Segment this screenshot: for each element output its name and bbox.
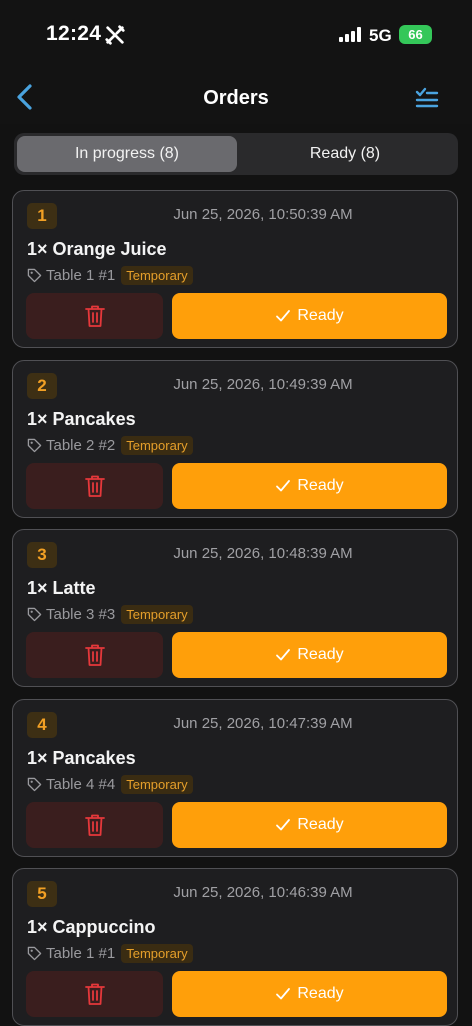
delete-button[interactable] (26, 632, 163, 678)
checkmark-icon (276, 480, 291, 492)
order-timestamp: Jun 25, 2026, 10:46:39 AM (173, 884, 353, 901)
table-label: Table 3 #3 (46, 605, 116, 623)
order-timestamp: Jun 25, 2026, 10:49:39 AM (173, 376, 353, 393)
battery-level: 66 (408, 27, 423, 42)
order-card: 5 Jun 25, 2026, 10:46:39 AM 1× Cappuccin… (12, 868, 458, 1026)
temporary-badge: Temporary (121, 265, 193, 285)
ready-label: Ready (297, 307, 344, 324)
table-info: Table 1 #1 Temporary (27, 264, 193, 286)
order-timestamp: Jun 25, 2026, 10:48:39 AM (173, 545, 353, 562)
order-card: 3 Jun 25, 2026, 10:48:39 AM 1× Latte Tab… (12, 529, 458, 687)
ready-label: Ready (297, 646, 344, 663)
table-label: Table 4 #4 (46, 775, 116, 793)
temporary-badge: Temporary (121, 435, 193, 455)
order-card: 1 Jun 25, 2026, 10:50:39 AM 1× Orange Ju… (12, 190, 458, 348)
network-type: 5G (369, 26, 392, 45)
delete-button[interactable] (26, 802, 163, 848)
status-segmented-control: In progress (8) Ready (8) (14, 133, 458, 175)
delete-button[interactable] (26, 463, 163, 509)
page-title: Orders (203, 87, 269, 109)
trash-icon (84, 814, 105, 836)
ready-label: Ready (297, 985, 344, 1002)
ready-button[interactable]: Ready (172, 463, 447, 509)
order-timestamp: Jun 25, 2026, 10:50:39 AM (173, 206, 353, 223)
trash-icon (84, 644, 105, 666)
temporary-badge: Temporary (121, 774, 193, 794)
table-label: Table 2 #2 (46, 436, 116, 454)
order-card: 4 Jun 25, 2026, 10:47:39 AM 1× Pancakes … (12, 699, 458, 857)
trash-icon (84, 983, 105, 1005)
table-label: Table 1 #1 (46, 266, 116, 284)
table-info: Table 1 #1 Temporary (27, 942, 193, 964)
checkmark-icon (276, 649, 291, 661)
temporary-badge: Temporary (121, 943, 193, 963)
tag-icon (27, 607, 42, 621)
checkmark-icon (276, 988, 291, 1000)
ready-label: Ready (297, 477, 344, 494)
order-item: 1× Latte (27, 578, 96, 598)
ready-button[interactable]: Ready (172, 802, 447, 848)
signal-icon (339, 27, 361, 42)
checkmark-icon (276, 310, 291, 322)
battery-icon: 66 (399, 25, 432, 44)
ready-button[interactable]: Ready (172, 971, 447, 1017)
order-item: 1× Orange Juice (27, 239, 167, 259)
table-label: Table 1 #1 (46, 944, 116, 962)
table-info: Table 3 #3 Temporary (27, 603, 193, 625)
ready-button[interactable]: Ready (172, 293, 447, 339)
orders-content: In progress (8) Ready (8) 1 Jun 25, 2026… (0, 124, 472, 1026)
order-item: 1× Pancakes (27, 748, 136, 768)
temporary-badge: Temporary (121, 604, 193, 624)
navigation-bar: Orders (0, 70, 472, 126)
tab-in-progress[interactable]: In progress (8) (17, 136, 237, 172)
delete-button[interactable] (26, 293, 163, 339)
table-info: Table 2 #2 Temporary (27, 434, 193, 456)
tag-icon (27, 438, 42, 452)
tag-icon (27, 268, 42, 282)
order-timestamp: Jun 25, 2026, 10:47:39 AM (173, 715, 353, 732)
order-card: 2 Jun 25, 2026, 10:49:39 AM 1× Pancakes … (12, 360, 458, 518)
order-item: 1× Pancakes (27, 409, 136, 429)
table-info: Table 4 #4 Temporary (27, 773, 193, 795)
checkmark-icon (276, 819, 291, 831)
trash-icon (84, 305, 105, 327)
clock: 12:24 (46, 22, 102, 45)
ready-button[interactable]: Ready (172, 632, 447, 678)
tools-icon (105, 25, 125, 45)
order-item: 1× Cappuccino (27, 917, 156, 937)
checklist-icon[interactable] (414, 85, 440, 111)
tag-icon (27, 946, 42, 960)
tab-ready[interactable]: Ready (8) (235, 136, 455, 172)
delete-button[interactable] (26, 971, 163, 1017)
tag-icon (27, 777, 42, 791)
status-bar: 12:24 5G 66 (0, 0, 472, 70)
trash-icon (84, 475, 105, 497)
ready-label: Ready (297, 816, 344, 833)
